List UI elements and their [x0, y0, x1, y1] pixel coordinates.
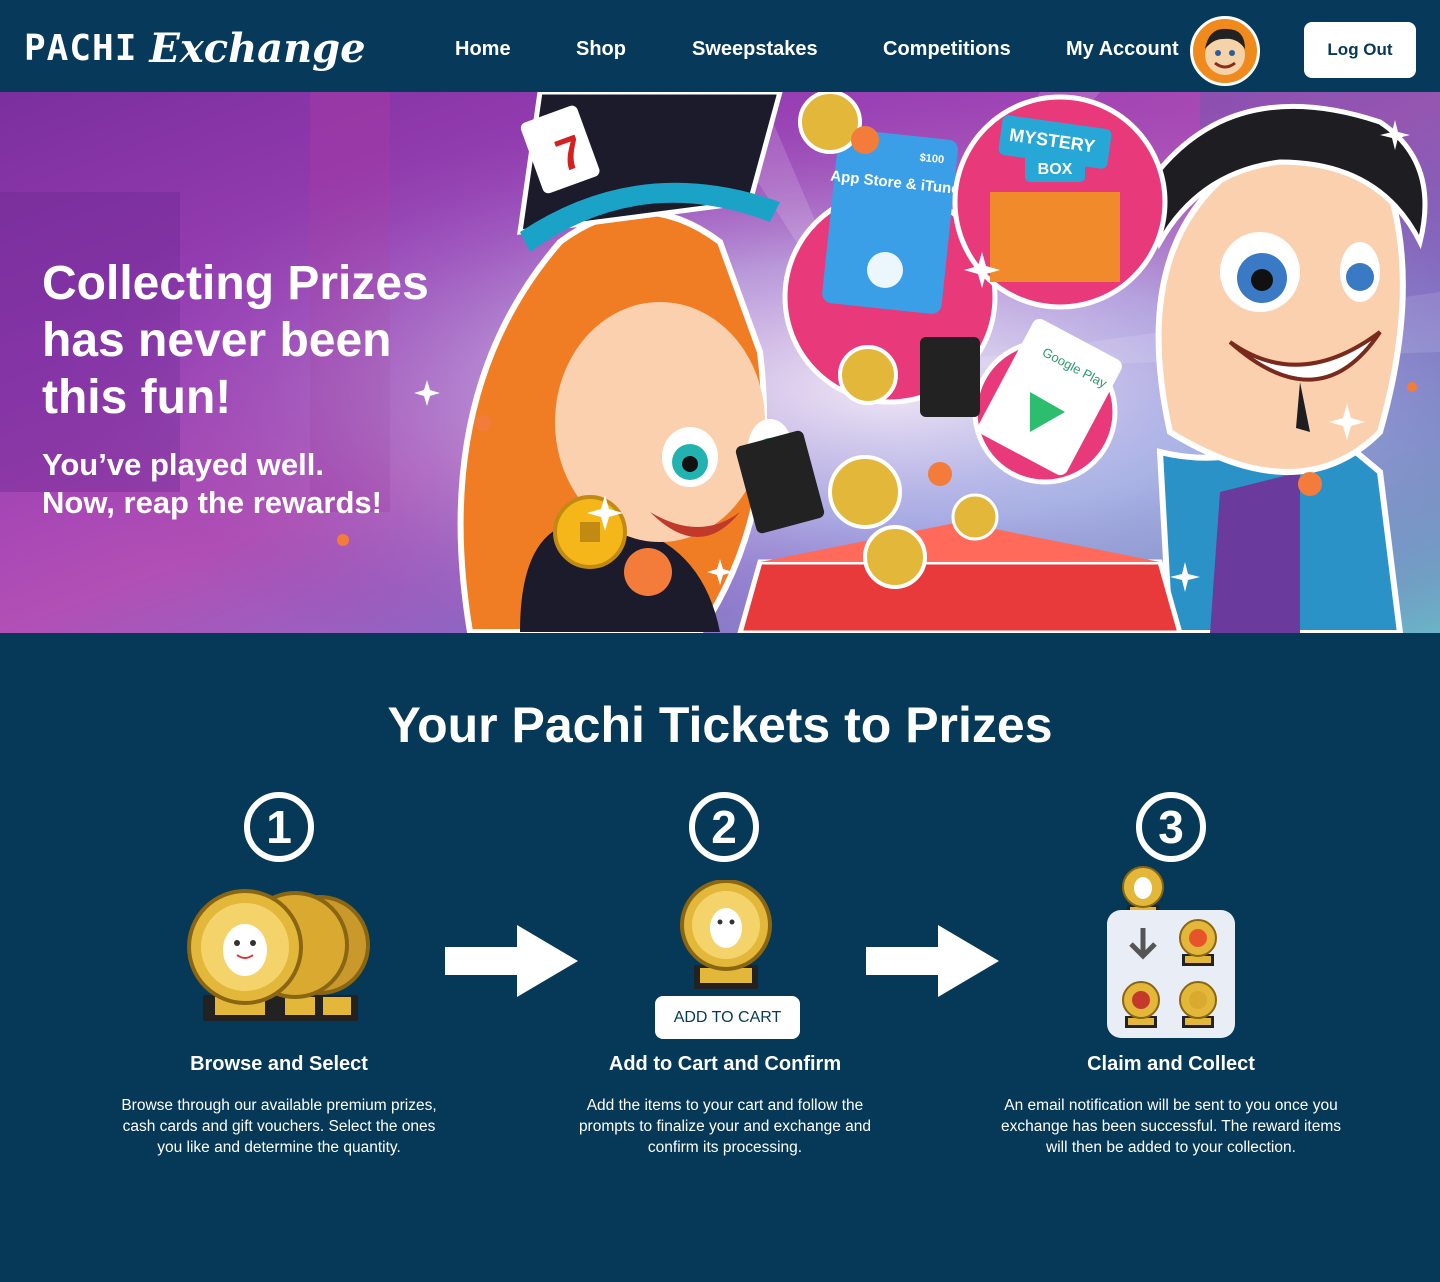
step-2-number: 2	[689, 792, 759, 862]
hero-text-block: Collecting Prizes has never been this fu…	[42, 255, 482, 426]
arrow-right-icon	[445, 925, 578, 997]
logo-pachi-text: PACHI	[24, 27, 138, 69]
step-1-description: Browse through our available premium pri…	[121, 1097, 437, 1156]
steps-section-title: Your Pachi Tickets to Prizes	[387, 697, 1053, 753]
prize-coin	[798, 92, 862, 154]
add-to-cart-button[interactable]: ADD TO CART	[655, 996, 800, 1039]
step-1-title: Browse and Select	[190, 1053, 368, 1075]
top-nav: PACHI Exchange Home Shop Sweepstakes Com…	[0, 0, 1440, 92]
nav-home-link[interactable]: Home	[455, 38, 511, 61]
collection-grid	[1107, 910, 1235, 1038]
prize-coin	[951, 493, 999, 541]
amazon-card	[920, 337, 980, 417]
nav-shop-link[interactable]: Shop	[576, 38, 626, 61]
mystery-box-sub-label: BOX	[1038, 161, 1073, 178]
arrow-right-icon	[866, 925, 999, 997]
nav-sweepstakes-link[interactable]: Sweepstakes	[692, 38, 818, 61]
arrow-down-icon	[1129, 928, 1157, 960]
prize-coin	[863, 525, 927, 589]
prize-coin-icon	[680, 880, 772, 989]
app-store-card-amount: $100	[919, 152, 945, 166]
hero-title: Collecting Prizes has never been this fu…	[42, 257, 429, 424]
step-2-title: Add to Cart and Confirm	[608, 1053, 842, 1075]
hero-banner: 7 App Store & iTunes $100 MYSTERY BOX Go…	[0, 92, 1440, 633]
avatar-face-icon	[1205, 28, 1245, 75]
step-1-number: 1	[244, 792, 314, 862]
prize-coin	[838, 345, 898, 405]
man-character	[1147, 103, 1428, 633]
hero-subtitle: You’ve played well. Now, reap the reward…	[42, 447, 382, 520]
step-3-description: An email notification will be sent to yo…	[1000, 1097, 1342, 1156]
logout-button[interactable]: Log Out	[1304, 22, 1416, 78]
avatar[interactable]	[1190, 16, 1260, 86]
coins-stack-icon	[187, 889, 370, 1021]
nav-competitions-link[interactable]: Competitions	[883, 38, 1011, 61]
step-3-title: Claim and Collect	[1087, 1053, 1255, 1075]
step-2-description: Add the items to your cart and follow th…	[578, 1097, 872, 1156]
mystery-box: MYSTERY BOX	[952, 94, 1168, 310]
collection-icons	[1122, 919, 1217, 1028]
nav-my-account-link[interactable]: My Account	[1066, 38, 1179, 61]
logo[interactable]: PACHI Exchange	[24, 22, 366, 74]
step-3-number: 3	[1136, 792, 1206, 862]
prize-coin	[828, 455, 902, 529]
logo-exchange-text: Exchange	[149, 24, 366, 72]
